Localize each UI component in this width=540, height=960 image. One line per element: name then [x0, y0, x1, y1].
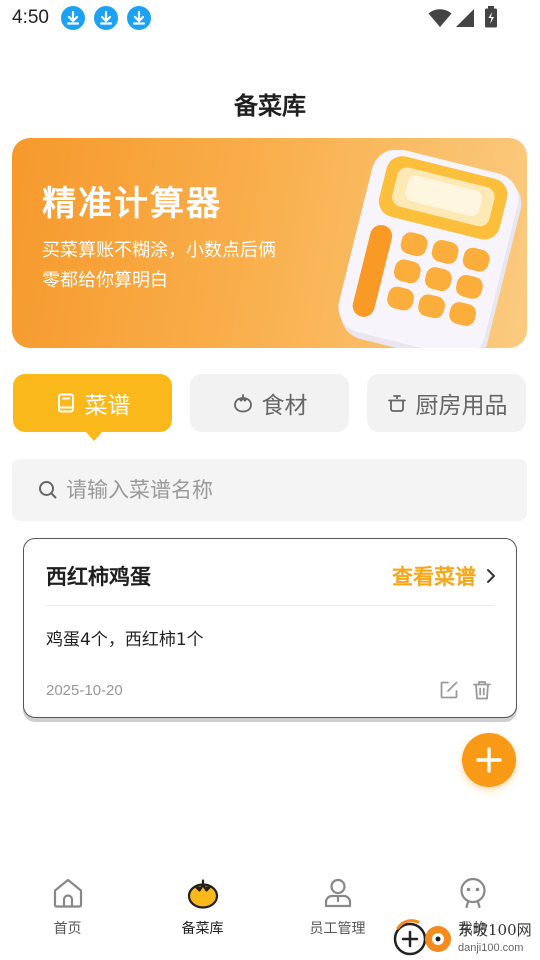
battery-icon — [485, 6, 497, 28]
nav-label-home: 首页 — [53, 921, 82, 937]
download-icon — [61, 6, 85, 30]
tab-kitchenware-label: 厨房用品 — [415, 393, 508, 419]
chevron-right-icon — [487, 569, 495, 583]
page-title: 备菜库 — [234, 92, 306, 120]
signal-icon — [456, 9, 474, 27]
search-input[interactable] — [66, 459, 506, 521]
nav-label-staff: 员工管理 — [309, 921, 366, 937]
view-recipe-link[interactable]: 查看菜谱 — [392, 561, 496, 591]
tab-recipes-label: 菜谱 — [84, 393, 131, 419]
watermark-url: danji100.com — [458, 942, 524, 954]
banner-subtitle-line2: 零都给你算明白 — [42, 270, 168, 291]
card-divider — [46, 605, 494, 606]
robot-face-icon — [459, 877, 486, 909]
tomato-icon — [187, 879, 218, 909]
banner-heading: 精准计算器 — [42, 184, 222, 224]
tab-ingredients-label: 食材 — [261, 393, 308, 419]
nav-item-home[interactable]: 首页 — [0, 876, 135, 938]
download-icon — [127, 6, 151, 30]
calculator-banner[interactable]: 精准计算器 买菜算账不糊涂，小数点后俩 零都给你算明白 — [12, 138, 527, 348]
view-recipe-label: 查看菜谱 — [392, 565, 476, 589]
recipe-ingredients: 鸡蛋4个，西红柿1个 — [46, 630, 204, 650]
pot-icon — [387, 395, 406, 412]
recipe-card[interactable]: 西红柿鸡蛋 查看菜谱 鸡蛋4个，西红柿1个 2025-10-20 — [23, 538, 517, 718]
watermark-text: 东坡100网 — [458, 921, 532, 939]
recipe-title: 西红柿鸡蛋 — [46, 565, 151, 589]
nav-item-staff[interactable]: 员工管理 — [270, 876, 405, 938]
download-icon — [94, 6, 118, 30]
plus-icon — [476, 747, 502, 773]
edit-icon[interactable] — [438, 679, 460, 701]
tab-recipes[interactable]: 菜谱 — [13, 374, 172, 441]
delete-icon[interactable] — [471, 679, 493, 701]
home-icon — [53, 878, 82, 908]
book-icon — [57, 393, 74, 413]
calculator-illustration — [338, 150, 522, 348]
status-time: 4:50 — [12, 7, 49, 28]
search-bar[interactable] — [12, 459, 527, 521]
banner-subtitle-line1: 买菜算账不糊涂，小数点后俩 — [42, 240, 276, 261]
tab-ingredients[interactable]: 食材 — [190, 374, 349, 432]
nav-label-prep-library: 备菜库 — [181, 921, 224, 937]
nav-item-prep-library[interactable]: 备菜库 — [135, 876, 270, 938]
person-icon — [324, 878, 351, 908]
wifi-icon — [428, 9, 452, 27]
add-recipe-button[interactable] — [462, 733, 516, 787]
status-bar: 4:50 — [0, 0, 540, 38]
tomato-icon — [233, 394, 252, 413]
recipe-date: 2025-10-20 — [46, 682, 123, 699]
tab-kitchenware[interactable]: 厨房用品 — [367, 374, 526, 432]
watermark-logo — [393, 919, 451, 956]
search-icon — [39, 481, 57, 499]
